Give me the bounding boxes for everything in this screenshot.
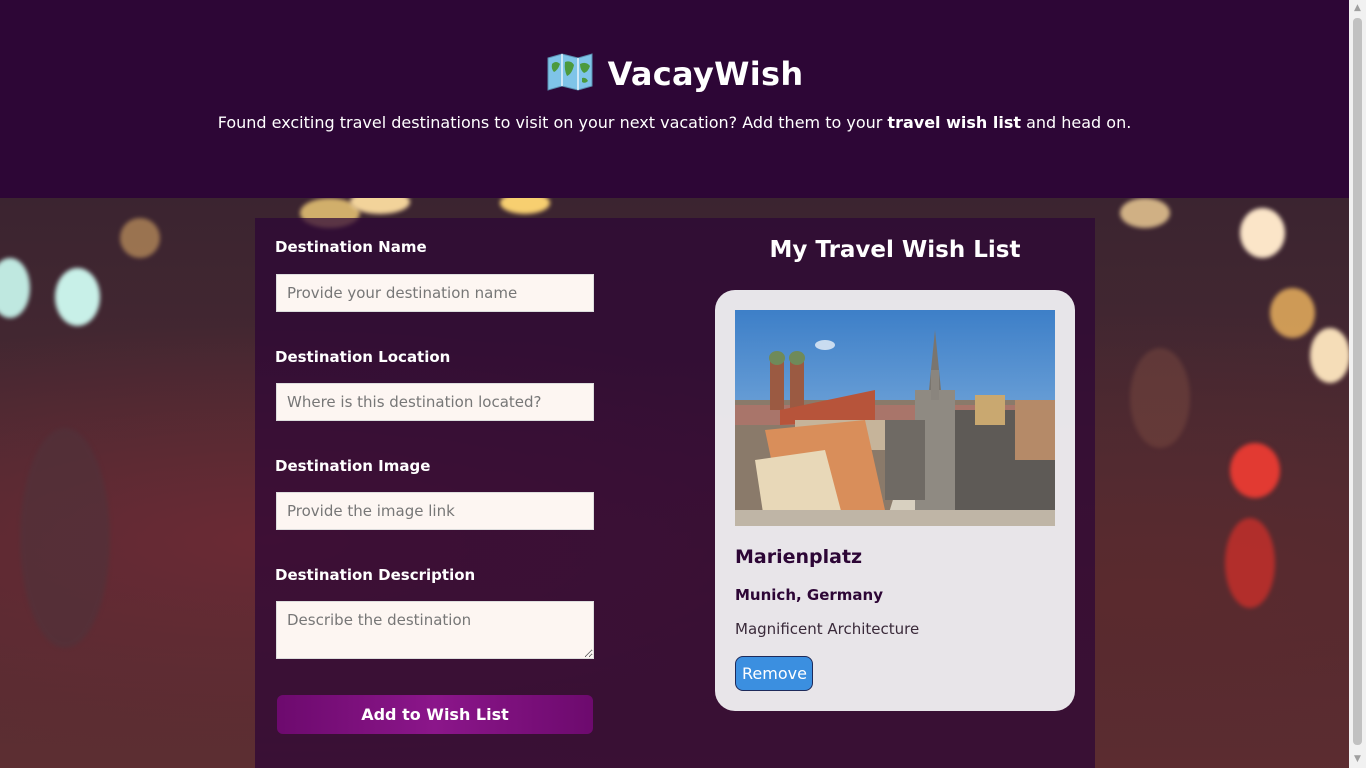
- destination-name: Marienplatz: [735, 546, 863, 568]
- scroll-up-arrow-icon[interactable]: ▲: [1349, 0, 1366, 17]
- destination-image-label: Destination Image: [275, 457, 431, 475]
- destination-description-label: Destination Description: [275, 566, 476, 584]
- destination-location-label: Destination Location: [275, 348, 451, 366]
- tagline-text: Found exciting travel destinations to vi…: [217, 113, 888, 132]
- page: VacayWish Found exciting travel destinat…: [0, 0, 1349, 768]
- destination-photo: [735, 310, 1055, 526]
- destination-name-label: Destination Name: [275, 238, 427, 256]
- tagline-tail: and head on.: [1020, 113, 1132, 132]
- add-to-wishlist-button[interactable]: Add to Wish List: [277, 695, 593, 734]
- main-panel: Destination Name Destination Location De…: [255, 218, 1095, 768]
- destination-location: Munich, Germany: [735, 586, 884, 604]
- wishlist-title: My Travel Wish List: [769, 237, 1021, 263]
- site-header: VacayWish Found exciting travel destinat…: [0, 0, 1349, 198]
- scroll-down-arrow-icon[interactable]: ▼: [1349, 751, 1366, 768]
- destination-image-input[interactable]: [276, 492, 594, 530]
- tagline-emphasis: travel wish list: [887, 113, 1021, 132]
- remove-button[interactable]: Remove: [735, 656, 813, 691]
- scrollbar-thumb[interactable]: [1353, 18, 1362, 745]
- destination-description-input[interactable]: [276, 601, 594, 659]
- destination-name-input[interactable]: [276, 274, 594, 312]
- brand-title: VacayWish: [607, 55, 804, 93]
- brand: VacayWish: [0, 52, 1349, 96]
- tagline: Found exciting travel destinations to vi…: [0, 113, 1349, 132]
- vertical-scrollbar[interactable]: ▲ ▼: [1349, 0, 1366, 768]
- destination-location-input[interactable]: [276, 383, 594, 421]
- wishlist-card: Marienplatz Munich, Germany Magnificent …: [715, 290, 1075, 711]
- world-map-icon: [546, 52, 594, 96]
- destination-description: Magnificent Architecture: [735, 620, 920, 638]
